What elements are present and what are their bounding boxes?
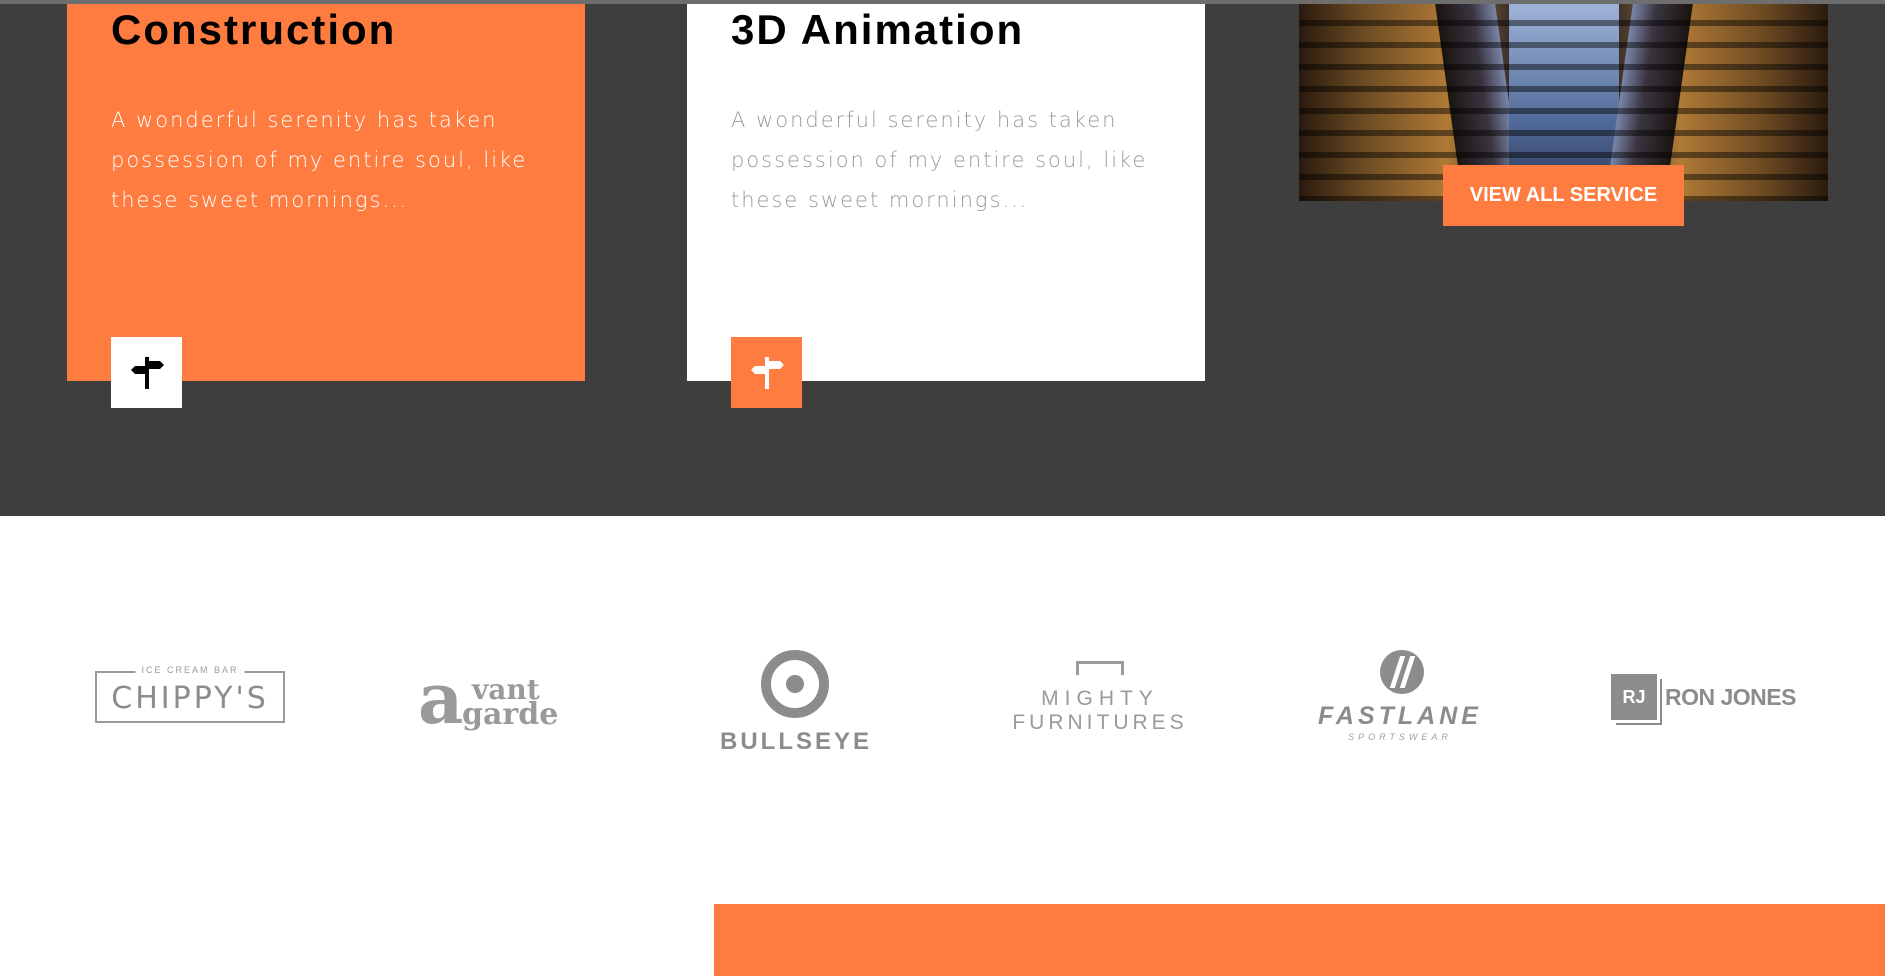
services-section: Construction A wonderful serenity has ta… (0, 4, 1885, 516)
fastlane-logo[interactable]: FASTLANE SPORTSWEAR (1310, 650, 1490, 760)
service-card-construction[interactable]: Construction A wonderful serenity has ta… (67, 4, 585, 408)
service-card-text: A wonderful serenity has taken possessio… (731, 108, 1148, 212)
logo-mark: a (418, 657, 464, 740)
service-card-text: A wonderful serenity has taken possessio… (111, 108, 528, 212)
logo-mark: RJ (1611, 674, 1657, 720)
mighty-furnitures-logo[interactable]: MIGHTY FURNITURES (1000, 661, 1200, 751)
logo-wordmark: FASTLANE (1318, 702, 1482, 730)
logo-wordmark-line1: MIGHTY (1041, 687, 1159, 710)
service-card-title: 3D Animation (731, 6, 1025, 53)
service-card-icon-box[interactable] (111, 337, 182, 408)
ron-jones-logo[interactable]: RJ RON JONES (1611, 674, 1801, 724)
service-card-title: Construction (111, 6, 397, 53)
client-logos-section: ICE CREAM BAR CHIPPY'S a vant garde BULL… (0, 516, 1885, 904)
logo-tagline: SPORTSWEAR (1348, 732, 1452, 742)
signpost-icon (750, 356, 784, 389)
signpost-icon (130, 356, 164, 389)
service-card-icon-box[interactable] (731, 337, 802, 408)
logo-wordmark-line2: garde (462, 697, 559, 732)
bullseye-dot-icon (786, 675, 804, 693)
logo-wordmark: RON JONES (1665, 684, 1796, 710)
bullseye-logo[interactable]: BULLSEYE (720, 650, 870, 760)
view-all-service-button[interactable]: VIEW ALL SERVICE (1443, 165, 1684, 226)
logo-tagline: ICE CREAM BAR (135, 665, 245, 675)
logo-wordmark: CHIPPY'S (111, 681, 269, 716)
logo-wordmark: BULLSEYE (720, 728, 873, 755)
avant-garde-logo[interactable]: a vant garde (418, 657, 568, 740)
service-card-3d-animation[interactable]: 3D Animation A wonderful serenity has ta… (687, 4, 1205, 408)
fastlane-mark-icon (1380, 650, 1424, 694)
chippys-logo[interactable]: ICE CREAM BAR CHIPPY'S (95, 665, 285, 723)
logo-wordmark-line2: FURNITURES (1012, 711, 1188, 734)
bed-icon (1076, 661, 1124, 675)
footer-accent-band (714, 904, 1885, 976)
